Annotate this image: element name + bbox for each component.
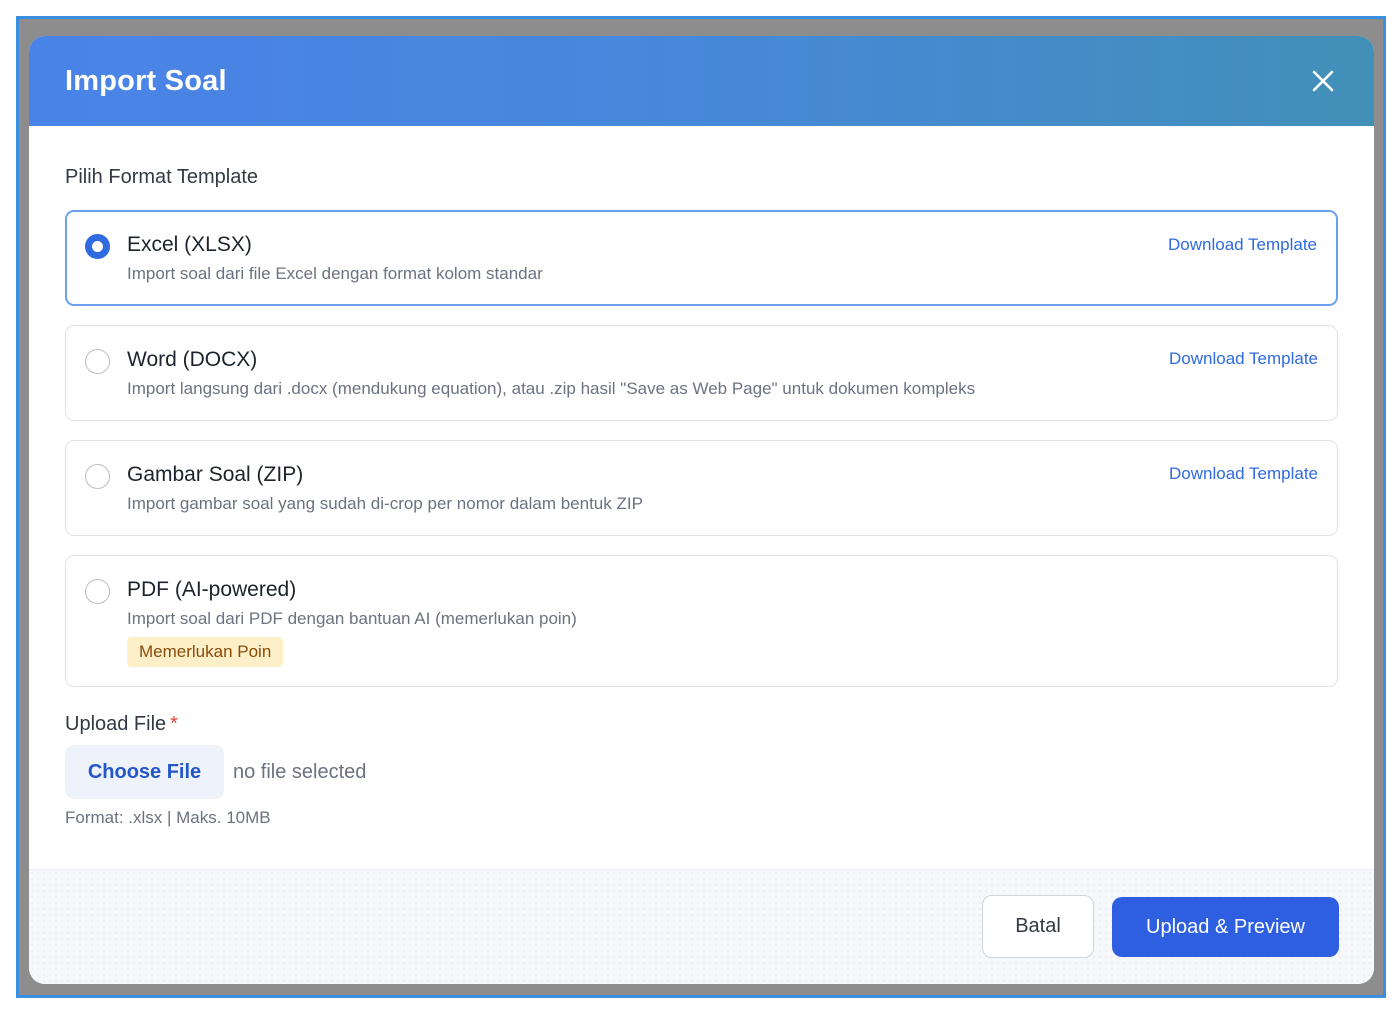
radio-word[interactable] bbox=[85, 349, 110, 374]
file-status-text: no file selected bbox=[233, 760, 367, 783]
points-required-badge: Memerlukan Poin bbox=[127, 637, 284, 667]
option-description: Import soal dari file Excel dengan forma… bbox=[127, 264, 543, 283]
download-template-link[interactable]: Download Template bbox=[1169, 349, 1318, 369]
option-word[interactable]: Word (DOCX) Import langsung dari .docx (… bbox=[65, 325, 1338, 421]
dialog-header: Import Soal bbox=[29, 36, 1374, 126]
option-description: Import soal dari PDF dengan bantuan AI (… bbox=[127, 609, 577, 628]
dialog-body: Pilih Format Template Excel (XLSX) Impor… bbox=[65, 126, 1338, 828]
option-excel[interactable]: Excel (XLSX) Import soal dari file Excel… bbox=[65, 210, 1338, 306]
option-description: Import gambar soal yang sudah di-crop pe… bbox=[127, 494, 643, 513]
close-icon bbox=[1312, 70, 1334, 92]
option-title: Gambar Soal (ZIP) bbox=[127, 463, 304, 486]
option-pdf[interactable]: PDF (AI-powered) Import soal dari PDF de… bbox=[65, 555, 1338, 687]
upload-preview-button[interactable]: Upload & Preview bbox=[1112, 897, 1339, 957]
dialog-footer: Batal Upload & Preview bbox=[29, 869, 1374, 984]
option-description: Import langsung dari .docx (mendukung eq… bbox=[127, 379, 976, 398]
template-format-label: Pilih Format Template bbox=[65, 166, 259, 188]
upload-label-text: Upload File bbox=[65, 713, 167, 735]
option-title: Excel (XLSX) bbox=[127, 233, 252, 256]
dialog-title: Import Soal bbox=[65, 64, 227, 97]
screenshot-frame: Import Soal Pilih Format Template Excel … bbox=[16, 16, 1386, 998]
upload-file-label: Upload File * bbox=[65, 713, 1338, 736]
cancel-button[interactable]: Batal bbox=[982, 895, 1094, 958]
required-mark: * bbox=[170, 713, 178, 735]
option-title: PDF (AI-powered) bbox=[127, 578, 297, 601]
radio-image-zip[interactable] bbox=[85, 464, 110, 489]
radio-excel[interactable] bbox=[85, 234, 110, 259]
import-dialog: Import Soal Pilih Format Template Excel … bbox=[29, 36, 1374, 984]
radio-pdf[interactable] bbox=[85, 579, 110, 604]
download-template-link[interactable]: Download Template bbox=[1168, 235, 1317, 255]
download-template-link[interactable]: Download Template bbox=[1169, 464, 1318, 484]
choose-file-button[interactable]: Choose File bbox=[65, 745, 224, 799]
file-format-hint: Format: .xlsx | Maks. 10MB bbox=[65, 808, 271, 827]
option-title: Word (DOCX) bbox=[127, 348, 258, 371]
option-image-zip[interactable]: Gambar Soal (ZIP) Import gambar soal yan… bbox=[65, 440, 1338, 536]
file-input: Choose File no file selected bbox=[65, 745, 1338, 799]
close-button[interactable] bbox=[1308, 66, 1338, 96]
